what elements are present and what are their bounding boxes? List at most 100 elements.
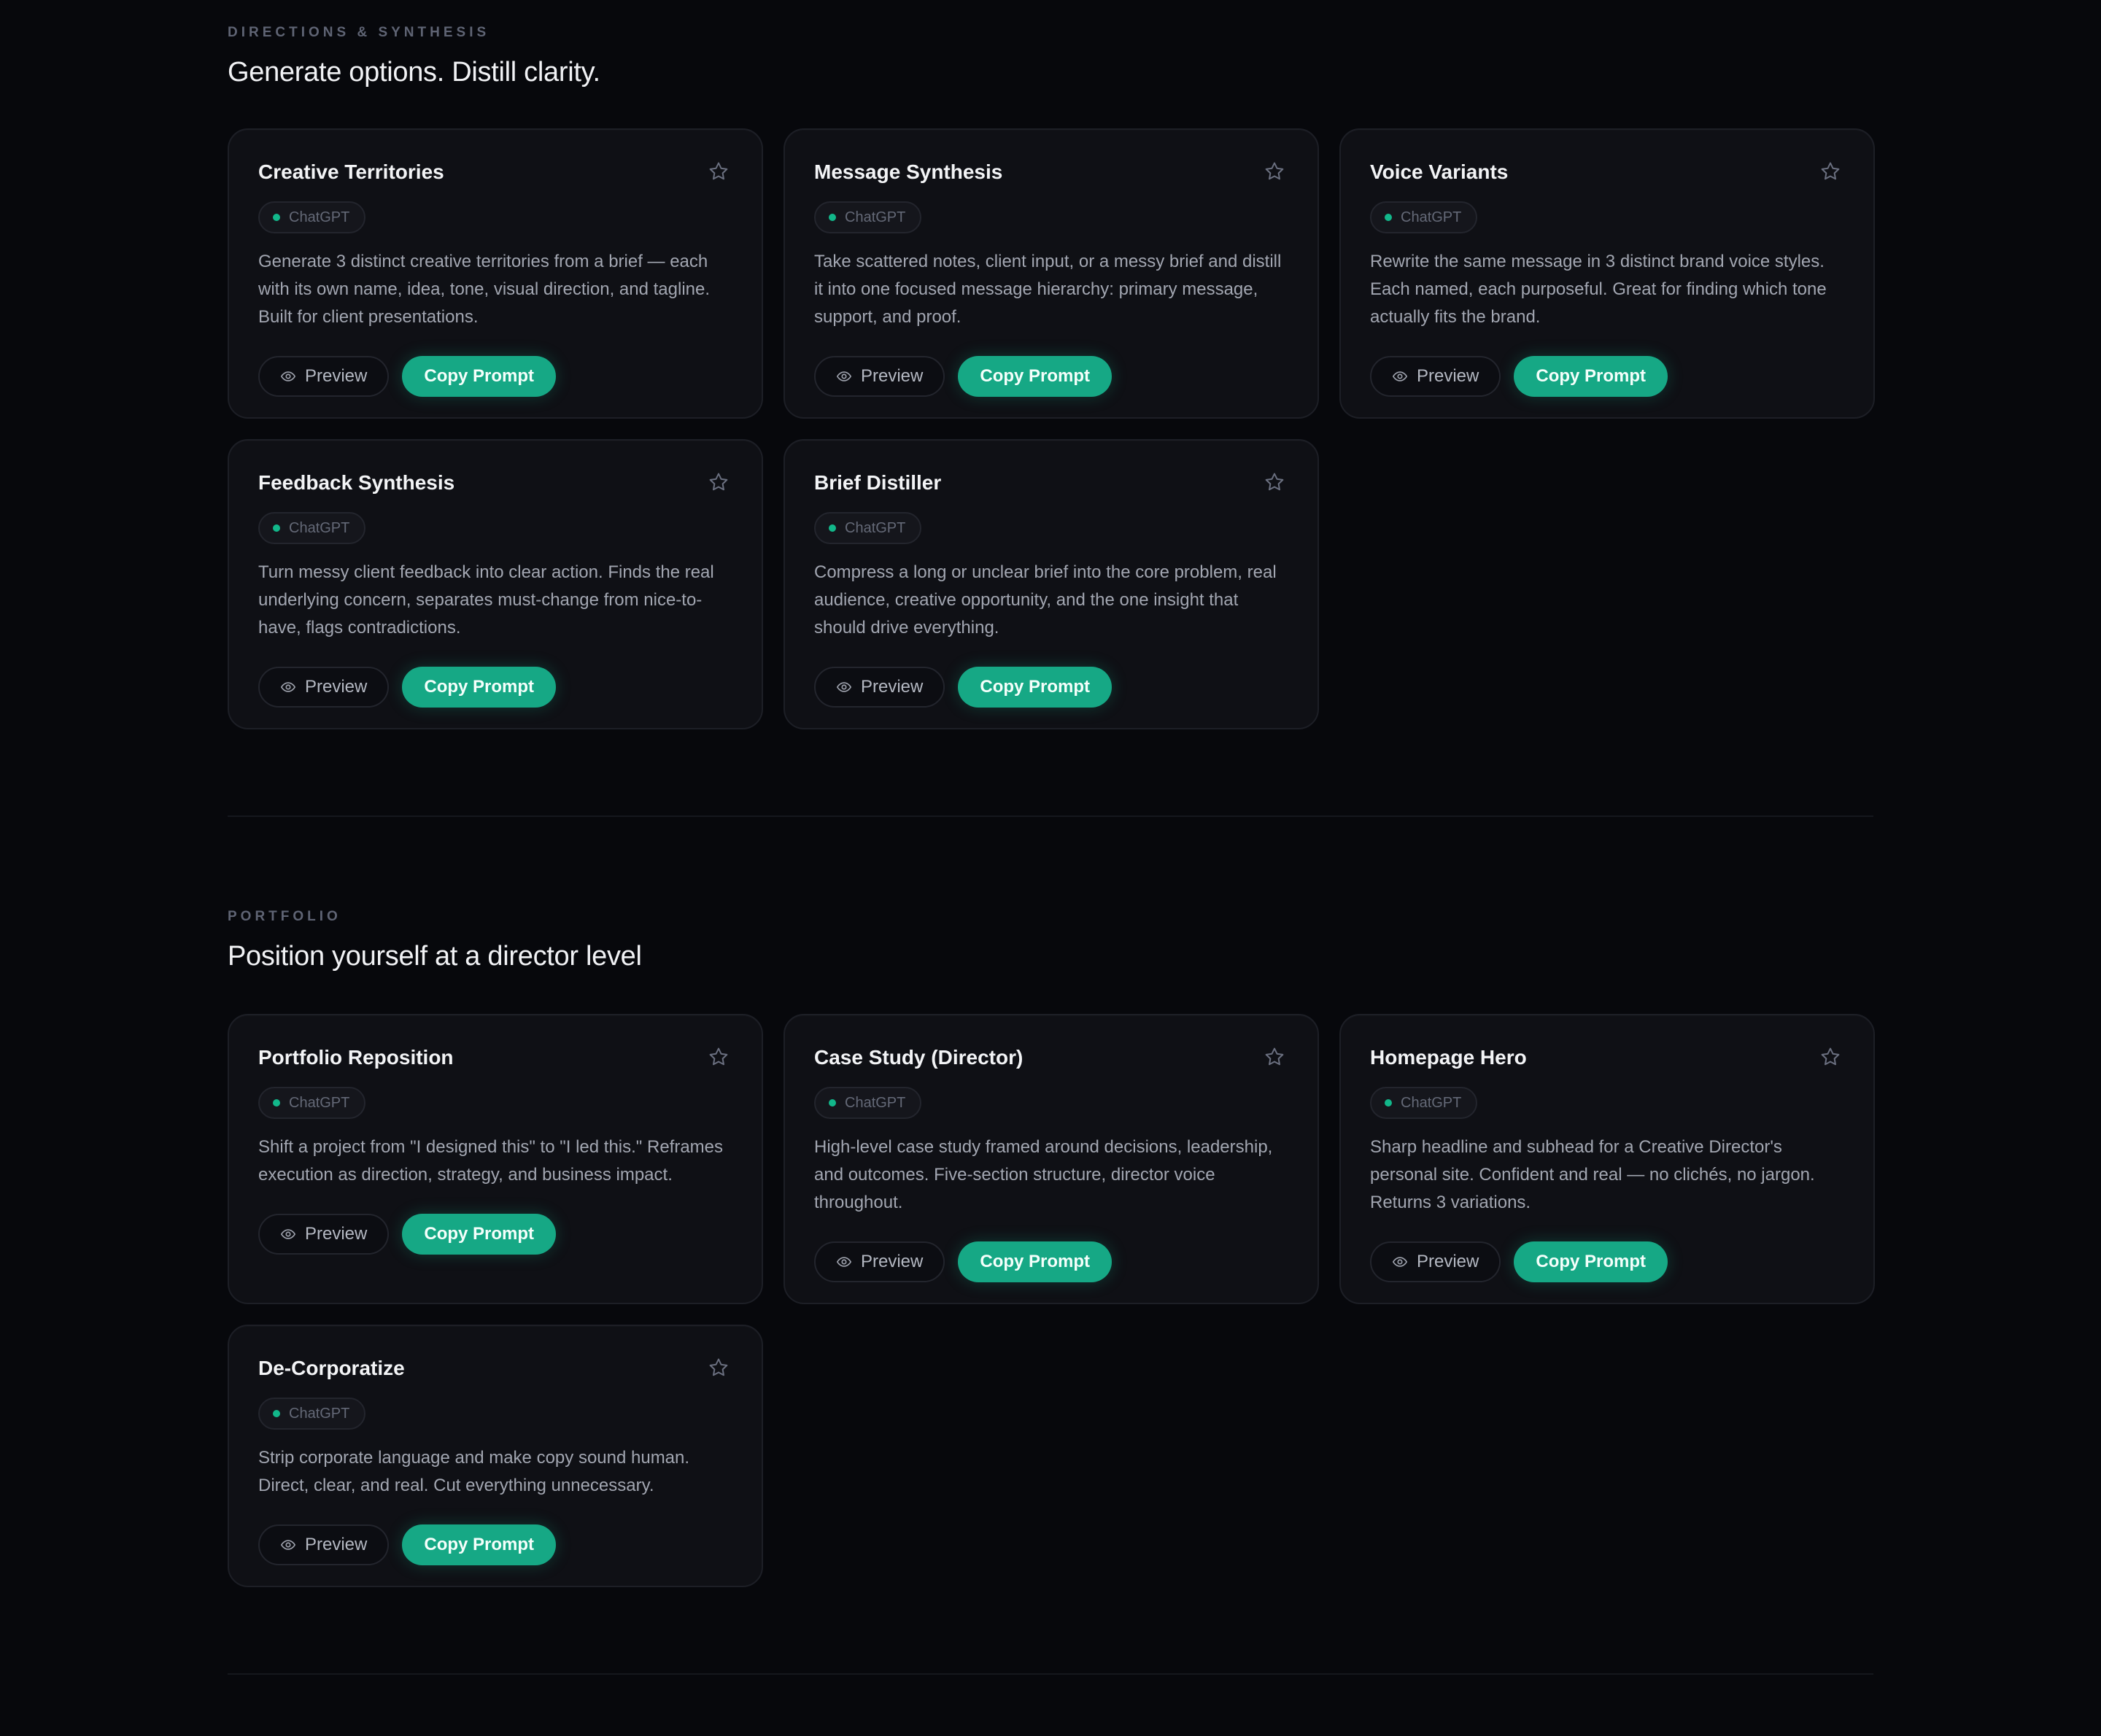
preview-label: Preview xyxy=(861,366,924,386)
card-title: Homepage Hero xyxy=(1370,1046,1527,1069)
preview-label: Preview xyxy=(861,1252,924,1271)
copy-prompt-button[interactable]: Copy Prompt xyxy=(958,667,1113,708)
preview-label: Preview xyxy=(305,1224,368,1244)
badge-label: ChatGPT xyxy=(289,1405,350,1422)
card-description: Strip corporate language and make copy s… xyxy=(258,1448,690,1495)
card-title: Voice Variants xyxy=(1370,160,1509,183)
eye-icon xyxy=(836,1257,852,1267)
copy-prompt-button[interactable]: Copy Prompt xyxy=(402,1524,557,1565)
eye-icon xyxy=(1392,1257,1408,1267)
card-description: Turn messy client feedback into clear ac… xyxy=(258,562,714,638)
prompt-library-page: DIRECTIONS & SYNTHESIS Generate options.… xyxy=(0,0,2101,1736)
preview-button[interactable]: Preview xyxy=(1370,1241,1501,1282)
copy-prompt-button[interactable]: Copy Prompt xyxy=(1514,356,1668,397)
card-actions: Preview Copy Prompt xyxy=(814,356,1288,397)
badge-label: ChatGPT xyxy=(845,209,906,225)
preview-button[interactable]: Preview xyxy=(814,667,945,708)
status-dot xyxy=(273,214,280,221)
preview-button[interactable]: Preview xyxy=(814,356,945,397)
star-icon[interactable] xyxy=(1819,1046,1841,1068)
eye-icon xyxy=(836,371,852,381)
section-directions-synthesis: DIRECTIONS & SYNTHESIS Generate options.… xyxy=(228,25,1873,88)
card-description: High-level case study framed around deci… xyxy=(814,1137,1273,1212)
copy-prompt-button[interactable]: Copy Prompt xyxy=(402,667,557,708)
card-title: Message Synthesis xyxy=(814,160,1003,183)
badge-label: ChatGPT xyxy=(845,1094,906,1111)
preview-button[interactable]: Preview xyxy=(258,356,390,397)
star-icon[interactable] xyxy=(708,160,730,182)
eye-icon xyxy=(280,371,296,381)
copy-prompt-label: Copy Prompt xyxy=(424,677,535,697)
prompt-card: Feedback Synthesis ChatGPT Turn messy cl… xyxy=(228,439,763,729)
preview-button[interactable]: Preview xyxy=(258,667,390,708)
card-title: Brief Distiller xyxy=(814,471,942,494)
preview-label: Preview xyxy=(861,677,924,697)
model-badge: ChatGPT xyxy=(814,201,922,233)
star-icon[interactable] xyxy=(1819,160,1841,182)
status-dot xyxy=(273,524,280,532)
card-description: Shift a project from "I designed this" t… xyxy=(258,1137,724,1185)
copy-prompt-button[interactable]: Copy Prompt xyxy=(1514,1241,1668,1282)
card-actions: Preview Copy Prompt xyxy=(814,1241,1288,1282)
eye-icon xyxy=(280,1540,296,1550)
prompt-card: Creative Territories ChatGPT Generate 3 … xyxy=(228,128,763,419)
model-badge: ChatGPT xyxy=(814,1087,922,1119)
copy-prompt-label: Copy Prompt xyxy=(424,366,535,386)
prompt-card: Case Study (Director) ChatGPT High-level… xyxy=(783,1014,1319,1304)
model-badge: ChatGPT xyxy=(1370,201,1478,233)
status-dot xyxy=(829,524,836,532)
card-actions: Preview Copy Prompt xyxy=(258,1214,732,1255)
section-portfolio: PORTFOLIO Position yourself at a directo… xyxy=(228,909,1873,972)
section-heading: Generate options. Distill clarity. xyxy=(228,57,600,88)
preview-button[interactable]: Preview xyxy=(258,1524,390,1565)
prompt-card: Message Synthesis ChatGPT Take scattered… xyxy=(783,128,1319,419)
card-actions: Preview Copy Prompt xyxy=(1370,356,1844,397)
copy-prompt-button[interactable]: Copy Prompt xyxy=(402,356,557,397)
prompt-card: Brief Distiller ChatGPT Compress a long … xyxy=(783,439,1319,729)
card-description: Take scattered notes, client input, or a… xyxy=(814,252,1282,327)
badge-label: ChatGPT xyxy=(289,1094,350,1111)
model-badge: ChatGPT xyxy=(258,201,366,233)
preview-label: Preview xyxy=(305,366,368,386)
badge-label: ChatGPT xyxy=(1401,209,1462,225)
preview-button[interactable]: Preview xyxy=(1370,356,1501,397)
copy-prompt-label: Copy Prompt xyxy=(424,1535,535,1554)
copy-prompt-button[interactable]: Copy Prompt xyxy=(958,1241,1113,1282)
card-title: Feedback Synthesis xyxy=(258,471,455,494)
eye-icon xyxy=(280,682,296,692)
status-dot xyxy=(273,1410,280,1417)
star-icon[interactable] xyxy=(1264,1046,1285,1068)
preview-button[interactable]: Preview xyxy=(258,1214,390,1255)
preview-label: Preview xyxy=(305,677,368,697)
copy-prompt-button[interactable]: Copy Prompt xyxy=(958,356,1113,397)
status-dot xyxy=(829,214,836,221)
prompt-card: Portfolio Reposition ChatGPT Shift a pro… xyxy=(228,1014,763,1304)
badge-label: ChatGPT xyxy=(289,209,350,225)
star-icon[interactable] xyxy=(708,471,730,493)
copy-prompt-label: Copy Prompt xyxy=(1536,1252,1647,1271)
preview-label: Preview xyxy=(1417,366,1479,386)
preview-button[interactable]: Preview xyxy=(814,1241,945,1282)
card-grid: Creative Territories ChatGPT Generate 3 … xyxy=(228,128,1875,729)
card-title: Portfolio Reposition xyxy=(258,1046,454,1069)
card-title: Case Study (Director) xyxy=(814,1046,1024,1069)
card-description: Rewrite the same message in 3 distinct b… xyxy=(1370,252,1827,327)
card-actions: Preview Copy Prompt xyxy=(258,356,732,397)
model-badge: ChatGPT xyxy=(814,512,922,544)
preview-label: Preview xyxy=(305,1535,368,1554)
status-dot xyxy=(273,1099,280,1107)
card-actions: Preview Copy Prompt xyxy=(258,1524,732,1565)
card-description: Generate 3 distinct creative territories… xyxy=(258,252,711,327)
star-icon[interactable] xyxy=(1264,471,1285,493)
eye-icon xyxy=(280,1229,296,1239)
star-icon[interactable] xyxy=(1264,160,1285,182)
model-badge: ChatGPT xyxy=(1370,1087,1478,1119)
badge-label: ChatGPT xyxy=(845,519,906,536)
star-icon[interactable] xyxy=(708,1046,730,1068)
star-icon[interactable] xyxy=(708,1357,730,1379)
eye-icon xyxy=(836,682,852,692)
copy-prompt-label: Copy Prompt xyxy=(980,677,1091,697)
badge-label: ChatGPT xyxy=(1401,1094,1462,1111)
copy-prompt-button[interactable]: Copy Prompt xyxy=(402,1214,557,1255)
card-grid: Portfolio Reposition ChatGPT Shift a pro… xyxy=(228,1014,1875,1587)
